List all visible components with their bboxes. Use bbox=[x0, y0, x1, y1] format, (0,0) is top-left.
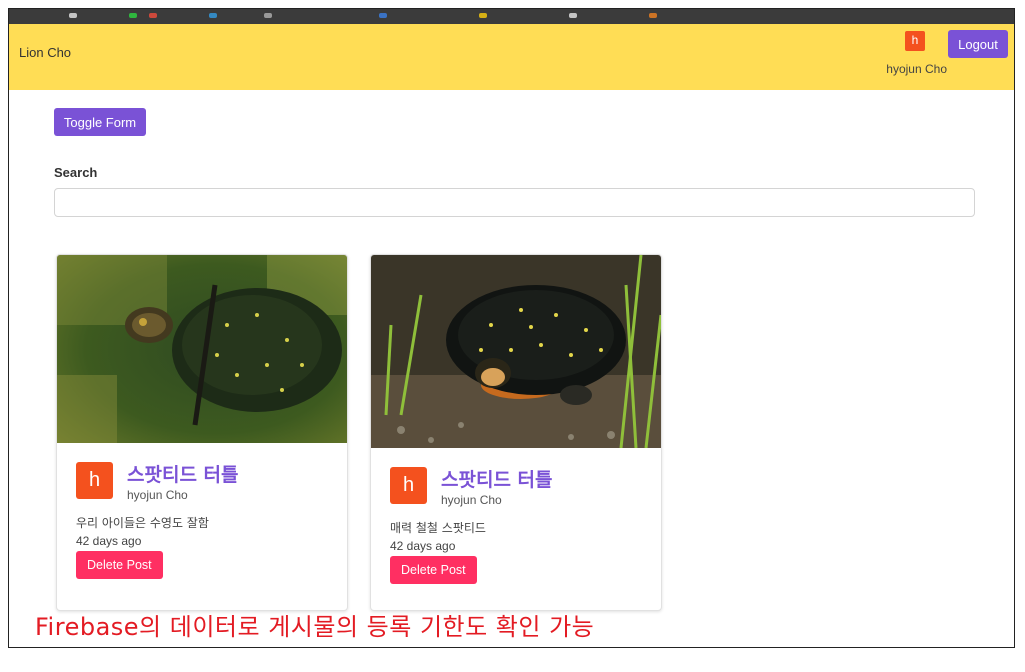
search-label: Search bbox=[54, 165, 98, 180]
user-avatar: h bbox=[905, 31, 925, 51]
brand-link[interactable]: Lion Cho bbox=[19, 45, 71, 60]
logout-button[interactable]: Logout bbox=[948, 30, 1008, 58]
search-input[interactable] bbox=[54, 188, 975, 217]
delete-post-button[interactable]: Delete Post bbox=[76, 551, 163, 579]
post-date: 42 days ago bbox=[76, 534, 142, 548]
post-content: 매력 철철 스팟티드 bbox=[390, 521, 486, 535]
browser-bookmarks-bar bbox=[9, 9, 1014, 24]
post-card: h 스팟티드 터틀 hyojun Cho 우리 아이들은 수영도 잘함 42 d… bbox=[56, 254, 348, 611]
post-author: hyojun Cho bbox=[127, 488, 188, 502]
delete-post-button[interactable]: Delete Post bbox=[390, 556, 477, 584]
toggle-form-button[interactable]: Toggle Form bbox=[54, 108, 146, 136]
post-title: 스팟티드 터틀 bbox=[441, 469, 553, 491]
user-name: hyojun Cho bbox=[886, 62, 947, 76]
post-date: 42 days ago bbox=[390, 539, 456, 553]
app-window: Lion Cho h hyojun Cho Logout Toggle Form… bbox=[8, 8, 1015, 648]
post-title: 스팟티드 터틀 bbox=[127, 464, 239, 486]
post-content: 우리 아이들은 수영도 잘함 bbox=[76, 516, 209, 530]
post-card: h 스팟티드 터틀 hyojun Cho 매력 철철 스팟티드 42 days … bbox=[370, 254, 662, 611]
post-author-avatar: h bbox=[390, 467, 427, 504]
post-author-avatar: h bbox=[76, 462, 113, 499]
post-image-turtle-swimming bbox=[57, 255, 347, 443]
annotation-caption: Firebase의 데이터로 게시물의 등록 기한도 확인 가능 bbox=[35, 613, 595, 641]
post-image-turtle-on-ground bbox=[371, 255, 661, 448]
post-author: hyojun Cho bbox=[441, 493, 502, 507]
navbar: Lion Cho h hyojun Cho Logout bbox=[9, 24, 1014, 90]
